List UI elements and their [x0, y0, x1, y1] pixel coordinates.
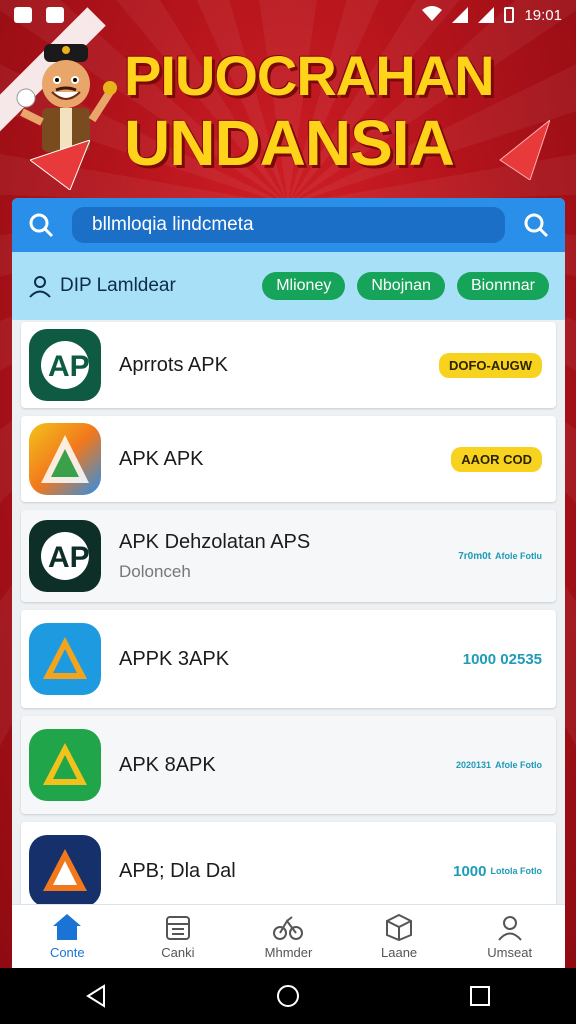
- wifi-icon: [422, 5, 443, 26]
- app-name: Aprrots APK: [119, 353, 228, 376]
- nav-label: Umseat: [487, 945, 533, 960]
- nav-label: Mhmder: [264, 945, 313, 960]
- nav-label: Canki: [161, 945, 195, 960]
- filter-chip-3[interactable]: Bionnnar: [456, 272, 549, 300]
- battery-icon: [504, 7, 515, 23]
- app-name: APK Dehzolatan APS: [119, 530, 311, 553]
- home-icon: [53, 914, 82, 940]
- calendar-icon: [165, 916, 190, 940]
- app-badge: 1000 Lotola Fotlo: [453, 863, 542, 880]
- app-name: APB; Dla Dal: [119, 859, 236, 882]
- red-arrow-decoration-2: [499, 120, 550, 180]
- list-item[interactable]: AP APK Dehzolatan APS Dolonceh 7r0m0t Af…: [21, 510, 556, 602]
- app-badge: AAOR COD: [451, 446, 542, 472]
- app-badge-extra: Afole Fotlo: [495, 760, 542, 770]
- back-icon[interactable]: [76, 976, 116, 1016]
- signal-icon-2: [478, 7, 495, 23]
- app-badge-value: 1000: [453, 862, 487, 880]
- svg-text:AP: AP: [48, 541, 90, 574]
- user-icon: [29, 276, 51, 298]
- nav-item-cube[interactable]: Laane: [344, 905, 455, 968]
- nav-item-calendar[interactable]: Canki: [123, 905, 234, 968]
- app-name: APK 8APK: [119, 753, 216, 776]
- list-item[interactable]: APK APK AAOR COD: [21, 416, 556, 502]
- user-label-text: DIP Lamldear: [60, 275, 176, 296]
- app-icon: AP: [29, 520, 101, 592]
- app-icon: [29, 623, 101, 695]
- app-name: APPK 3APK: [119, 647, 230, 670]
- app-list: AP Aprrots APK DOFO-AUGW APK APK AAOR CO…: [12, 320, 565, 920]
- nav-item-bicycle[interactable]: Mhmder: [233, 905, 344, 968]
- app-badge: DOFO-AUGW: [438, 352, 542, 378]
- bottom-navigation: Conte Canki Mhmder Laane Umseat: [12, 904, 565, 968]
- search-submit-icon[interactable]: [519, 208, 553, 242]
- filter-bar: DIP Lamldear Mlioney Nbojnan Bionnnar: [12, 252, 565, 320]
- app-icon: AP: [29, 329, 101, 401]
- app-icon: [29, 835, 101, 907]
- svg-text:AP: AP: [48, 350, 90, 383]
- red-arrow-decoration: [30, 140, 90, 190]
- app-store-panel: bllmloqia lindcmeta DIP Lamldear Mlioney…: [12, 198, 565, 978]
- app-badge-extra: Lotola Fotlo: [490, 866, 543, 876]
- banner-title-line1: PIUOCRAHAN: [124, 44, 495, 107]
- app-badge: 1000 02535: [463, 651, 542, 668]
- app-notification-icon: [46, 7, 64, 23]
- app-name: APK APK: [119, 447, 204, 470]
- app-badge-value: 2020131: [455, 760, 491, 770]
- app-badge-extra: Afole Fotlu: [495, 551, 542, 561]
- list-item[interactable]: APK 8APK 2020131 Afole Fotlo: [21, 716, 556, 814]
- bicycle-icon: [273, 916, 304, 940]
- nav-label: Conte: [49, 945, 85, 960]
- nav-label: Laane: [381, 945, 418, 960]
- status-bar: 19:01: [0, 0, 576, 30]
- filter-chip-2[interactable]: Nbojnan: [357, 272, 445, 300]
- app-badge: 7r0m0t Afole Fotlu: [458, 551, 542, 562]
- user-label[interactable]: DIP Lamldear: [28, 274, 250, 298]
- search-icon[interactable]: [24, 208, 58, 242]
- list-item[interactable]: APPK 3APK 1000 02535: [21, 610, 556, 708]
- filter-chip-money[interactable]: Mlioney: [262, 272, 346, 300]
- user-icon: [497, 916, 522, 941]
- search-bar: bllmloqia lindcmeta: [12, 198, 565, 252]
- nav-item-home[interactable]: Conte: [12, 905, 123, 968]
- status-time: 19:01: [524, 6, 562, 24]
- signal-icon: [452, 7, 469, 23]
- app-badge: 2020131 Afole Fotlo: [456, 760, 542, 770]
- promo-banner: PIUOCRAHAN UNDANSIA: [0, 7, 576, 198]
- nav-item-user[interactable]: Umseat: [454, 905, 565, 968]
- app-badge-value: 1000 02535: [462, 650, 542, 668]
- search-input[interactable]: bllmloqia lindcmeta: [72, 207, 505, 243]
- recents-icon[interactable]: [460, 976, 500, 1016]
- app-icon: [29, 423, 101, 495]
- home-button-icon[interactable]: [268, 976, 308, 1016]
- cube-icon: [386, 913, 413, 941]
- list-item[interactable]: AP Aprrots APK DOFO-AUGW: [21, 322, 556, 408]
- app-badge-value: 7r0m0t: [458, 550, 491, 562]
- app-icon: [29, 729, 101, 801]
- system-navigation-bar: [0, 968, 576, 1024]
- app-subtitle: Dolonceh: [119, 561, 191, 581]
- notification-icon: [14, 7, 32, 23]
